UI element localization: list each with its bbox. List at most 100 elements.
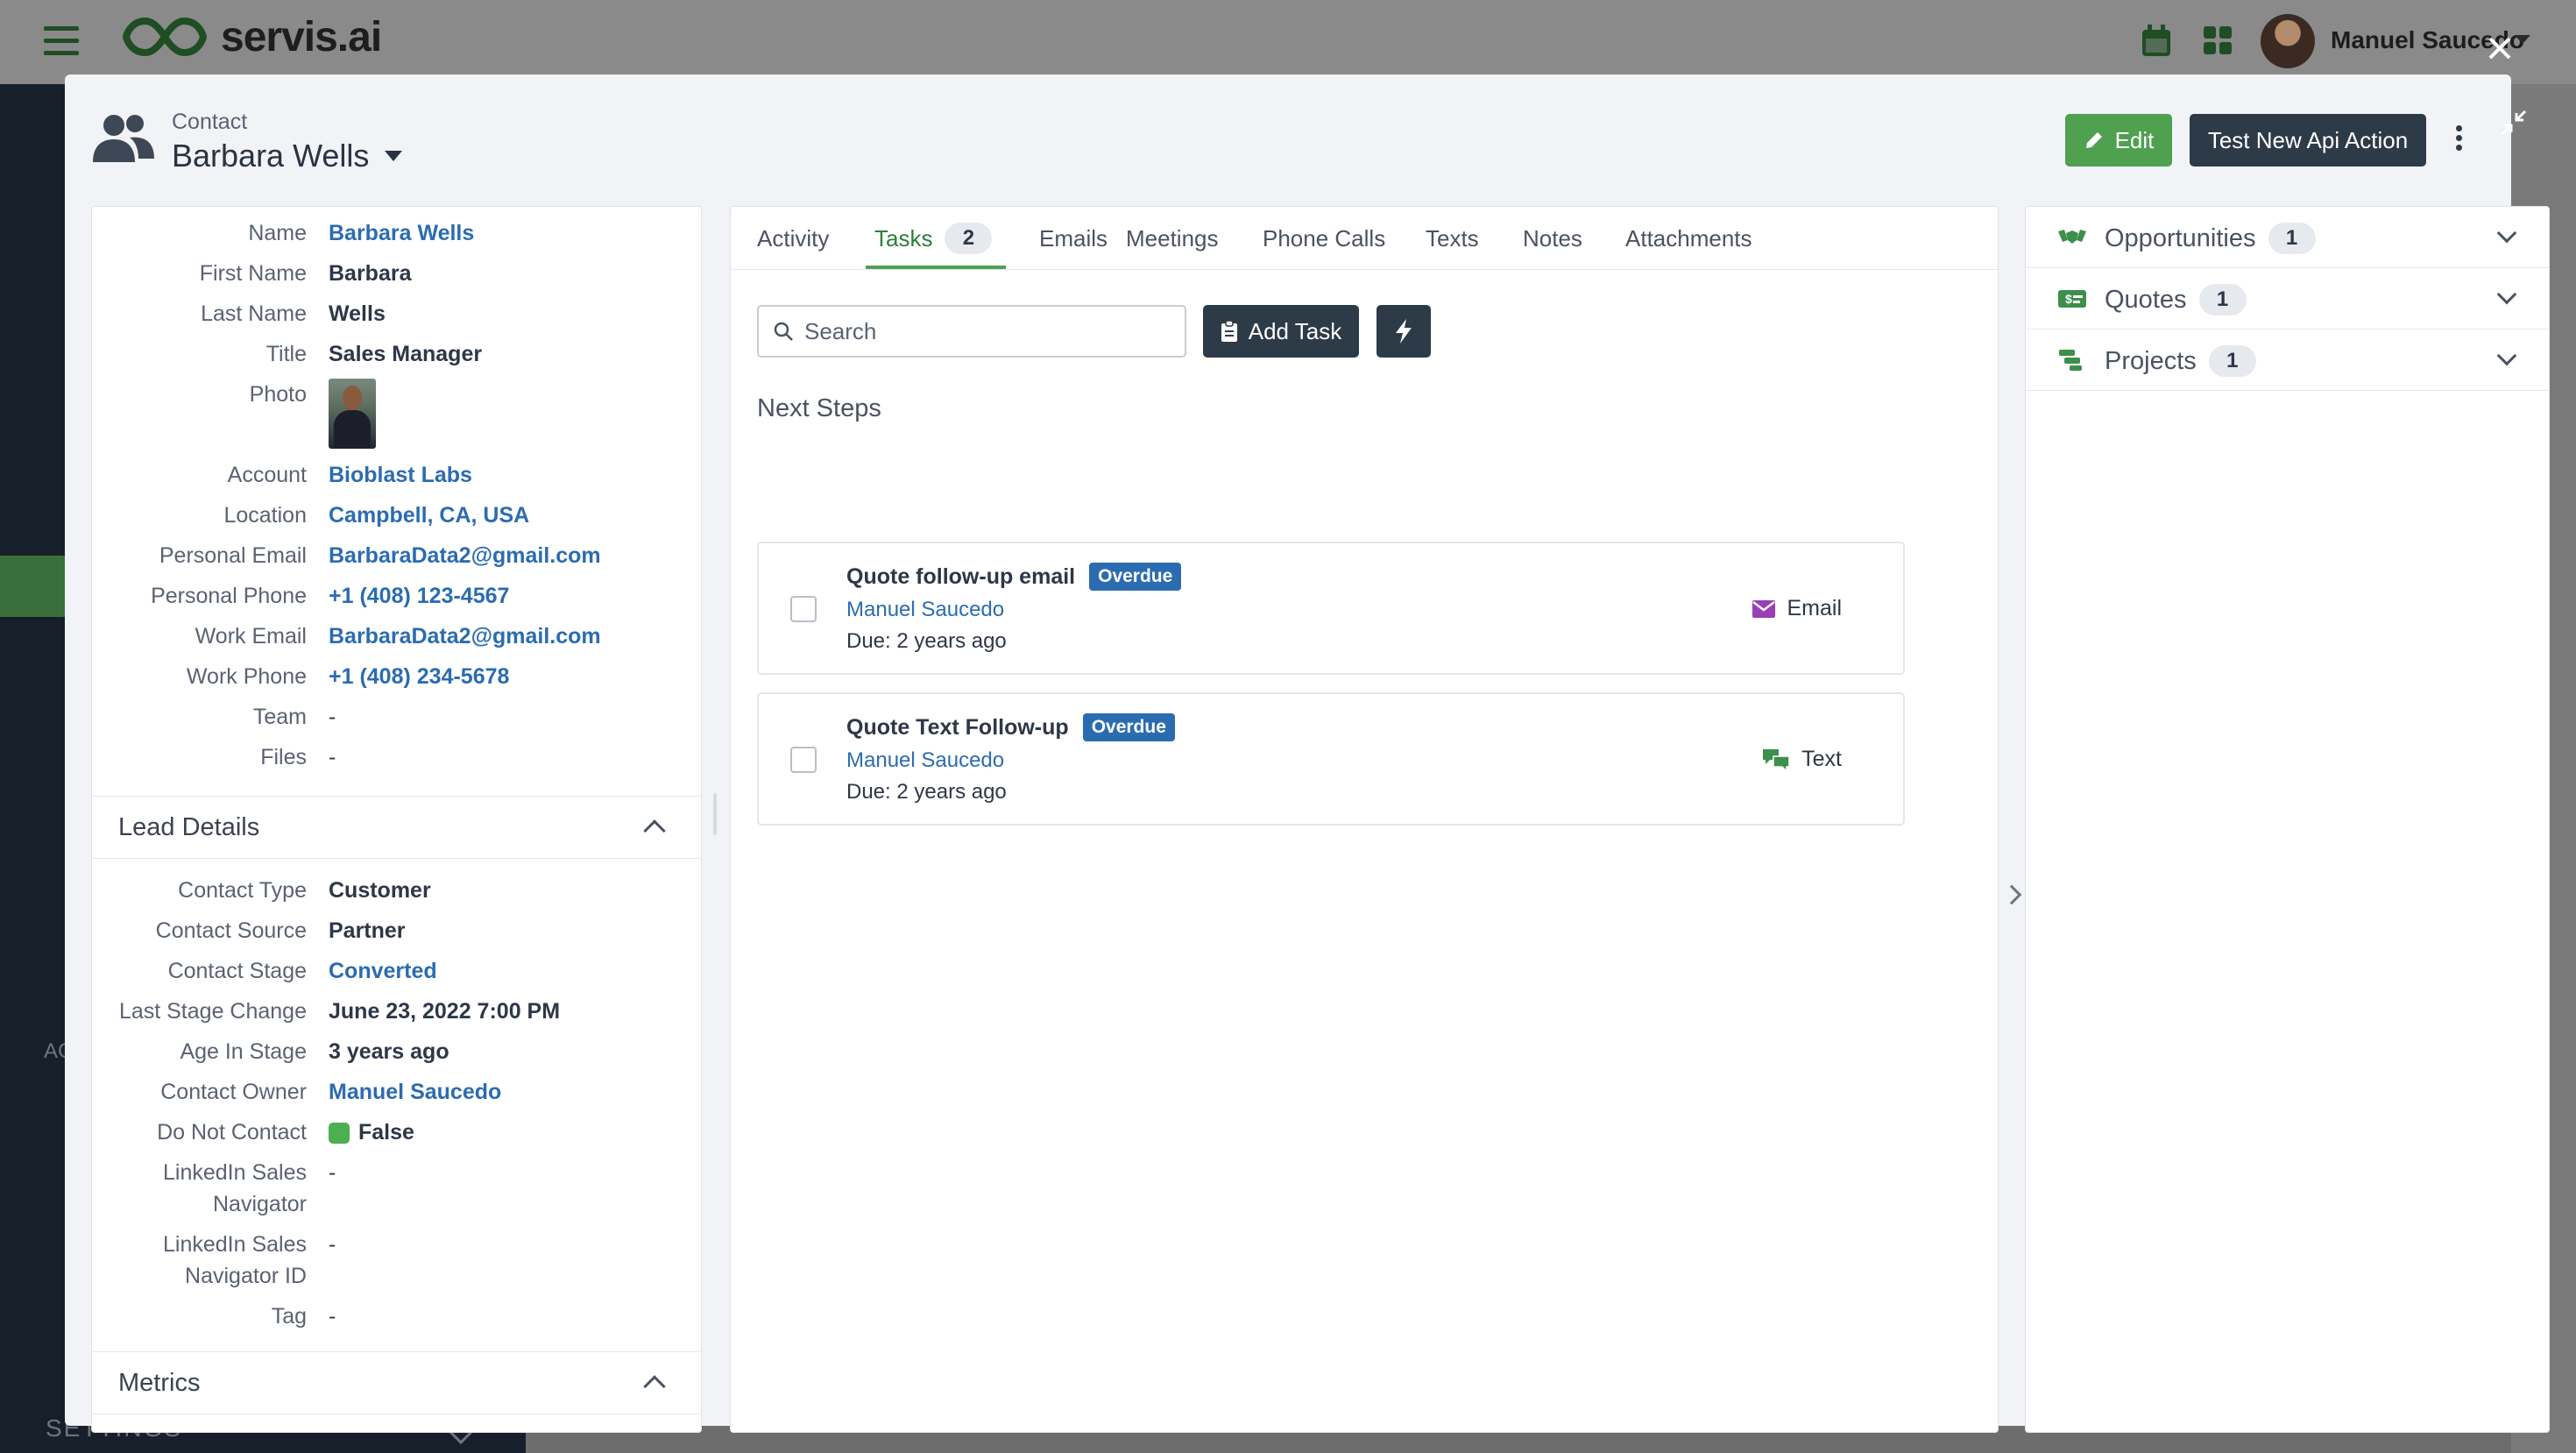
chevron-down-icon[interactable] bbox=[2496, 284, 2517, 305]
project-diagram-icon bbox=[2059, 350, 2082, 371]
related-opportunities[interactable]: Opportunities 1 bbox=[2026, 207, 2549, 268]
field-label: Location bbox=[223, 503, 307, 528]
field-label: Contact Type bbox=[178, 878, 307, 903]
task-checkbox[interactable] bbox=[790, 596, 817, 622]
task-title[interactable]: Quote follow-up email Overdue bbox=[846, 563, 1182, 591]
field-label: Photo bbox=[249, 382, 307, 407]
task-owner-link[interactable]: Manuel Saucedo bbox=[846, 748, 1004, 773]
field-value: Barbara bbox=[329, 261, 412, 286]
chevron-down-icon[interactable] bbox=[2496, 345, 2517, 366]
tab-tasks[interactable]: Tasks 2 bbox=[874, 207, 993, 270]
sidebar-item-contacts-active[interactable] bbox=[0, 556, 65, 617]
record-type-label: Contact bbox=[172, 110, 248, 134]
related-label: Quotes 1 bbox=[2105, 284, 2247, 315]
status-badge: Overdue bbox=[1082, 713, 1175, 741]
tab-label: Texts bbox=[1426, 225, 1479, 252]
panel-resize-handle[interactable] bbox=[713, 793, 717, 835]
api-action-label: Test New Api Action bbox=[2207, 126, 2409, 153]
avatar[interactable] bbox=[2261, 14, 2315, 68]
task-due-date: Due: 2 years ago bbox=[846, 780, 1007, 804]
edit-button[interactable]: Edit bbox=[2065, 114, 2172, 167]
menu-icon[interactable] bbox=[44, 26, 79, 56]
field-label: Title bbox=[265, 342, 307, 366]
contact-owner-link[interactable]: Manuel Saucedo bbox=[329, 1076, 501, 1108]
location-link[interactable]: Campbell, CA, USA bbox=[329, 500, 529, 531]
task-title[interactable]: Quote Text Follow-up Overdue bbox=[846, 713, 1175, 741]
count-badge: 1 bbox=[2268, 223, 2316, 254]
tab-emails[interactable]: Emails bbox=[1039, 207, 1108, 270]
field-label: Age In Stage bbox=[180, 1039, 307, 1064]
personal-phone-link[interactable]: +1 (408) 123-4567 bbox=[329, 580, 509, 612]
field-label: Last Stage Change bbox=[118, 999, 307, 1024]
section-title: Lead Details bbox=[118, 813, 260, 841]
task-checkbox[interactable] bbox=[790, 747, 817, 773]
task-card[interactable]: Quote Text Follow-up Overdue Manuel Sauce… bbox=[757, 692, 1905, 826]
test-api-action-button[interactable]: Test New Api Action bbox=[2190, 114, 2426, 167]
work-email-link[interactable]: BarbaraData2@gmail.com bbox=[329, 620, 601, 652]
name-link[interactable]: Barbara Wells bbox=[329, 217, 474, 249]
page-title[interactable]: Barbara Wells bbox=[172, 138, 403, 174]
contact-photo[interactable] bbox=[329, 379, 376, 449]
tab-label: Notes bbox=[1523, 225, 1582, 252]
next-steps-heading: Next Steps bbox=[757, 394, 881, 422]
calendar-icon[interactable] bbox=[2141, 23, 2172, 58]
field-label: Personal Email bbox=[159, 543, 307, 568]
caret-down-icon[interactable] bbox=[385, 151, 403, 161]
tab-bar: Activity Tasks 2 Emails Meetings Phone Ca… bbox=[731, 207, 1998, 270]
automation-button[interactable] bbox=[1376, 305, 1431, 358]
work-phone-link[interactable]: +1 (408) 234-5678 bbox=[329, 661, 509, 692]
chevron-right-icon[interactable] bbox=[2001, 884, 2022, 905]
tab-notes[interactable]: Notes bbox=[1523, 207, 1582, 270]
field-label: Team bbox=[252, 705, 307, 729]
personal-email-link[interactable]: BarbaraData2@gmail.com bbox=[329, 540, 601, 571]
field-value: - bbox=[329, 1232, 336, 1257]
field-value: - bbox=[329, 745, 336, 769]
account-link[interactable]: Bioblast Labs bbox=[329, 459, 472, 491]
more-options-icon[interactable] bbox=[2453, 125, 2464, 157]
infinity-logo-icon bbox=[122, 17, 208, 57]
user-menu-caret-icon[interactable] bbox=[2515, 35, 2530, 44]
field-value: - bbox=[329, 1160, 336, 1185]
label-line: LinkedIn Sales bbox=[162, 1232, 307, 1257]
task-search[interactable] bbox=[757, 305, 1186, 358]
tab-label: Emails bbox=[1039, 225, 1108, 252]
brand[interactable]: servis.ai bbox=[121, 12, 382, 61]
metrics-section-header[interactable]: Metrics bbox=[92, 1351, 701, 1414]
brand-name: servis.ai bbox=[221, 13, 382, 60]
task-owner-link[interactable]: Manuel Saucedo bbox=[846, 598, 1004, 622]
related-projects[interactable]: Projects 1 bbox=[2026, 330, 2549, 391]
svg-text:$: $ bbox=[2065, 292, 2072, 306]
close-icon[interactable] bbox=[2485, 33, 2515, 63]
field-label: LinkedIn Sales Navigator bbox=[96, 1157, 307, 1220]
field-value: June 23, 2022 7:00 PM bbox=[329, 999, 561, 1024]
tab-phone-calls[interactable]: Phone Calls bbox=[1263, 207, 1385, 270]
field-value: Customer bbox=[329, 878, 431, 903]
field-value: Partner bbox=[329, 918, 406, 943]
apps-grid-icon[interactable] bbox=[2202, 23, 2233, 58]
tab-label: Meetings bbox=[1126, 225, 1219, 252]
task-card[interactable]: Quote follow-up email Overdue Manuel Sauc… bbox=[757, 542, 1905, 675]
status-badge: Overdue bbox=[1089, 563, 1182, 591]
add-task-button[interactable]: Add Task bbox=[1203, 305, 1359, 358]
tab-attachments[interactable]: Attachments bbox=[1625, 207, 1752, 270]
tab-texts[interactable]: Texts bbox=[1426, 207, 1479, 270]
money-check-icon: $ bbox=[2058, 290, 2086, 308]
field-label: Contact Stage bbox=[167, 959, 307, 983]
chevron-up-icon[interactable] bbox=[643, 1375, 666, 1398]
chevron-down-icon[interactable] bbox=[2496, 223, 2517, 244]
field-value: - bbox=[329, 1304, 336, 1329]
related-quotes[interactable]: $ Quotes 1 bbox=[2026, 268, 2549, 330]
search-input[interactable] bbox=[804, 310, 1172, 352]
field-label: Work Phone bbox=[186, 664, 307, 689]
chevron-up-icon[interactable] bbox=[643, 819, 666, 842]
tab-activity[interactable]: Activity bbox=[757, 207, 829, 270]
related-label-text: Projects bbox=[2105, 347, 2197, 375]
tab-meetings[interactable]: Meetings bbox=[1126, 207, 1219, 270]
contact-stage-link[interactable]: Converted bbox=[329, 955, 437, 987]
section-title: Metrics bbox=[118, 1369, 201, 1397]
field-value: Wells bbox=[329, 301, 386, 326]
label-line: Navigator ID bbox=[185, 1264, 307, 1288]
collapse-arrows-icon[interactable] bbox=[2499, 108, 2529, 138]
lead-details-section-header[interactable]: Lead Details bbox=[92, 796, 701, 859]
field-label: First Name bbox=[199, 261, 307, 286]
